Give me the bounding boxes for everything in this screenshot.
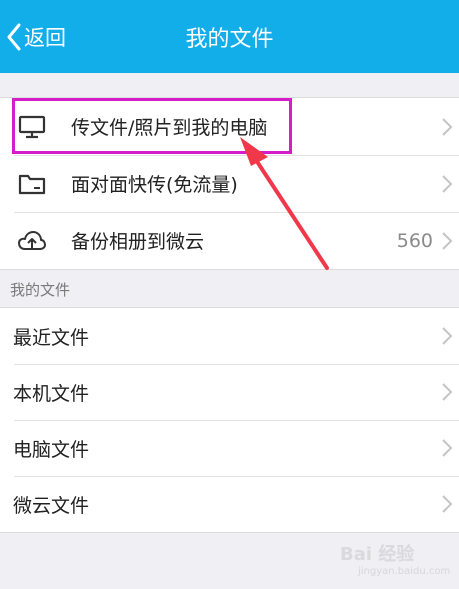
action-list: 传文件/照片到我的电脑 面对面快传(免流量) 备份相册到微云 560 (0, 97, 459, 270)
list-item-label: 最近文件 (13, 326, 90, 349)
folder-transfer-icon (17, 171, 47, 197)
list-item-transfer-to-pc[interactable]: 传文件/照片到我的电脑 (0, 98, 459, 155)
list-item-recent-files[interactable]: 最近文件 (0, 308, 459, 364)
navigation-bar: 返回 我的文件 (0, 0, 459, 73)
list-item-computer-files[interactable]: 电脑文件 (0, 420, 459, 476)
section-header: 我的文件 (10, 281, 71, 299)
list-item-label: 备份相册到微云 (71, 231, 205, 253)
chevron-right-icon (441, 174, 453, 194)
chevron-right-icon (441, 326, 453, 346)
watermark: Bai 经验 (340, 544, 415, 565)
cloud-upload-icon (17, 228, 47, 254)
page-title: 我的文件 (185, 26, 274, 52)
list-item-backup-album[interactable]: 备份相册到微云 560 (0, 212, 459, 269)
file-list: 最近文件 本机文件 电脑文件 微云文件 (0, 307, 459, 533)
list-item-face-to-face[interactable]: 面对面快传(免流量) (0, 155, 459, 212)
list-item-weiyun-files[interactable]: 微云文件 (0, 476, 459, 532)
chevron-right-icon (441, 438, 453, 458)
list-item-label: 微云文件 (13, 494, 90, 517)
list-item-label: 电脑文件 (13, 438, 90, 461)
chevron-right-icon (441, 231, 453, 251)
photo-count: 560 (396, 229, 433, 252)
chevron-right-icon (441, 117, 453, 137)
list-item-label: 传文件/照片到我的电脑 (71, 117, 268, 139)
monitor-icon (17, 114, 47, 140)
chevron-right-icon (441, 382, 453, 402)
list-item-label: 面对面快传(免流量) (71, 174, 238, 196)
watermark-url: jingyan.baidu.com (358, 566, 451, 577)
chevron-right-icon (441, 494, 453, 514)
list-item-local-files[interactable]: 本机文件 (0, 364, 459, 420)
list-item-label: 本机文件 (13, 382, 90, 405)
